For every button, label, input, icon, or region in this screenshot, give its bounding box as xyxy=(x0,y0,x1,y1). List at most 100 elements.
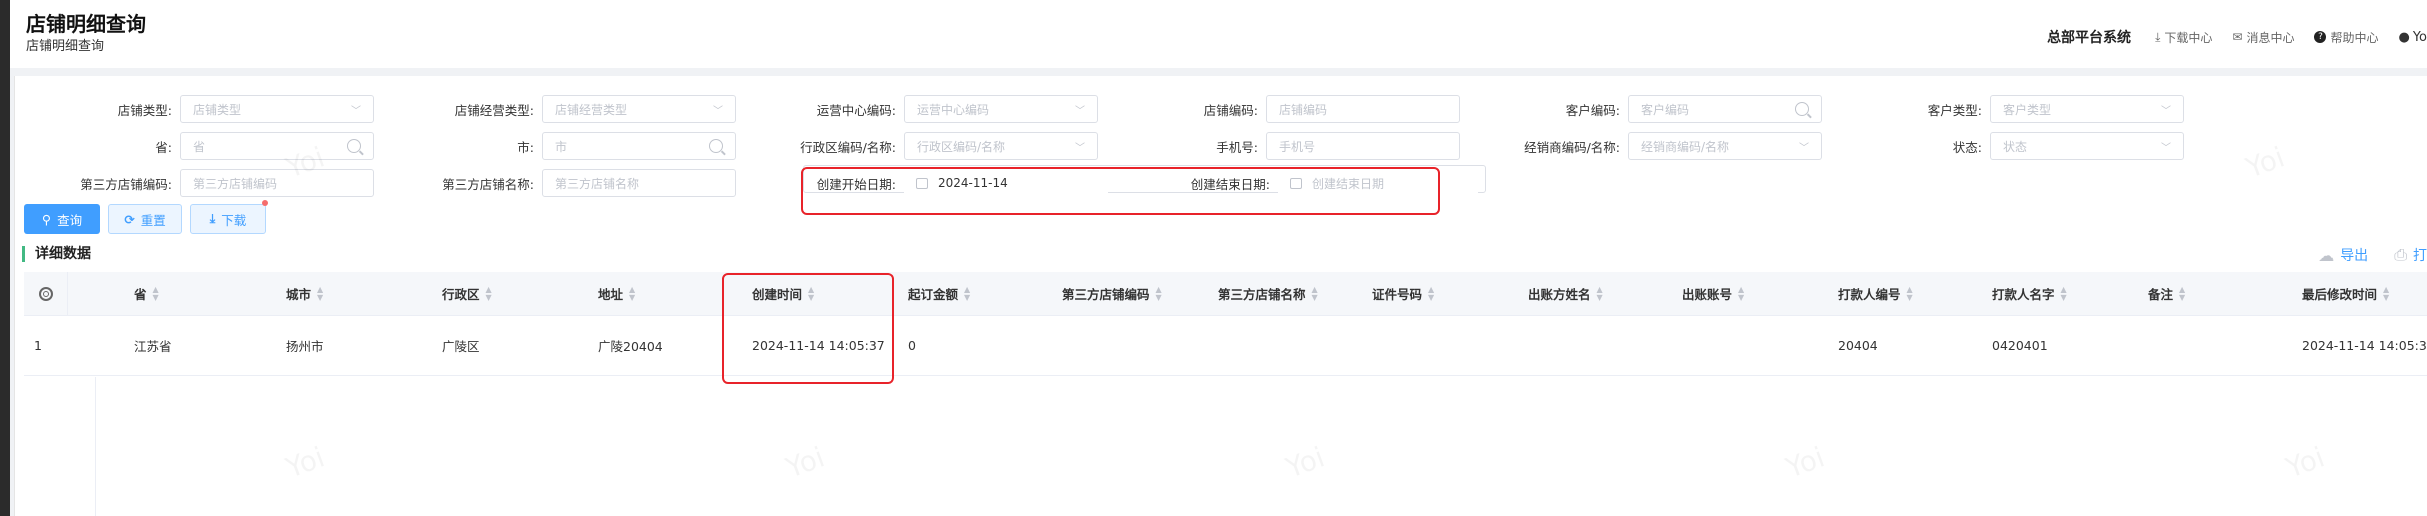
ops-center-code-select[interactable]: 运营中心编码 ﹀ xyxy=(904,95,1098,123)
sort-icon[interactable]: ▲ ▼ xyxy=(964,285,970,302)
query-button[interactable]: ⚲ 查询 xyxy=(24,204,100,234)
print-label: 打 xyxy=(2413,248,2427,264)
sort-icon[interactable]: ▲ ▼ xyxy=(486,285,492,302)
customer-type-select[interactable]: 客户类型 ﹀ xyxy=(1990,95,2184,123)
customer-code-placeholder: 客户编码 xyxy=(1641,102,1690,117)
dealer-placeholder: 经销商编码/名称 xyxy=(1641,139,1730,154)
col-header-third-shop-code[interactable]: 第三方店铺编码 ▲ ▼ xyxy=(1062,272,1162,315)
filter-shop-code: 店铺编码: 店铺编码 xyxy=(1146,95,1460,123)
col-header-label: 打款人编号 xyxy=(1838,287,1901,302)
cell-remitter-name: 0420401 xyxy=(1992,338,2048,353)
third-shop-code-label: 第三方店铺编码: xyxy=(80,176,172,192)
message-center-link[interactable]: ✉ 消息中心 xyxy=(2232,29,2294,46)
message-center-label: 消息中心 xyxy=(2246,30,2295,45)
download-center-label: 下载中心 xyxy=(2164,30,2213,45)
sort-icon[interactable]: ▲ ▼ xyxy=(2383,285,2389,302)
city-input[interactable]: 市 xyxy=(542,132,736,160)
customer-code-input[interactable]: 客户编码 xyxy=(1628,95,1822,123)
filter-third-shop-code: 第三方店铺编码: 第三方店铺编码 xyxy=(60,169,374,197)
col-header-remitter-name[interactable]: 打款人名字 ▲ ▼ xyxy=(1992,272,2067,315)
sort-icon[interactable]: ▲ ▼ xyxy=(629,285,635,302)
filter-dealer: 经销商编码/名称: 经销商编码/名称 ﹀ xyxy=(1508,132,1822,160)
print-button[interactable]: ⎙ 打 xyxy=(2394,245,2427,265)
help-center-link[interactable]: ? 帮助中心 xyxy=(2314,29,2378,46)
shop-business-type-select[interactable]: 店铺经营类型 ﹀ xyxy=(542,95,736,123)
detail-table: 省 ▲ ▼ 城市 ▲ ▼ 行政区 ▲ ▼ 地址 ▲ ▼ 创建时间 ▲ ▼ 起订金额 ▲ ▼ 第三方店铺编… xyxy=(24,272,2427,376)
city-placeholder: 市 xyxy=(555,139,568,154)
download-center-link[interactable]: ⤓ 下载中心 xyxy=(2155,29,2212,46)
highlight-create-time xyxy=(722,273,894,384)
col-header-label: 省 xyxy=(134,287,147,302)
district-select[interactable]: 行政区编码/名称 ﹀ xyxy=(904,132,1098,160)
cell-min-order: 0 xyxy=(908,338,916,353)
download-button[interactable]: ⤓ 下载 xyxy=(190,204,266,234)
col-header-label: 起订金额 xyxy=(908,287,959,302)
sort-icon[interactable]: ▲ ▼ xyxy=(1907,285,1913,302)
user-menu[interactable]: ● Yo xyxy=(2398,30,2427,45)
sort-icon[interactable]: ▲ ▼ xyxy=(1156,285,1162,302)
status-placeholder: 状态 xyxy=(2003,139,2028,154)
third-shop-code-input[interactable]: 第三方店铺编码 xyxy=(180,169,374,197)
col-header-third-shop-name[interactable]: 第三方店铺名称 ▲ ▼ xyxy=(1218,272,1318,315)
sort-icon[interactable]: ▲ ▼ xyxy=(2179,285,2185,302)
filter-province: 省: 省 xyxy=(60,132,374,160)
shop-code-input[interactable]: 店铺编码 xyxy=(1266,95,1460,123)
search-icon[interactable] xyxy=(709,139,723,153)
col-header-payer-account[interactable]: 出账账号 ▲ ▼ xyxy=(1682,272,1744,315)
cell-remitter-no: 20404 xyxy=(1838,338,1878,353)
province-input[interactable]: 省 xyxy=(180,132,374,160)
col-header-remark[interactable]: 备注 ▲ ▼ xyxy=(2148,272,2185,315)
reset-button[interactable]: ⟳ 重置 xyxy=(108,204,182,234)
sort-icon[interactable]: ▲ ▼ xyxy=(2061,285,2067,302)
col-header-label: 第三方店铺名称 xyxy=(1218,287,1306,302)
highlight-date-range xyxy=(801,167,1440,215)
filter-phone: 手机号: 手机号 xyxy=(1146,132,1460,160)
filter-shop-type: 店铺类型: 店铺类型 ﹀ xyxy=(60,95,374,123)
search-icon[interactable] xyxy=(347,139,361,153)
section-title: 详细数据 xyxy=(22,246,91,262)
chevron-down-icon: ﹀ xyxy=(2161,142,2171,154)
chevron-down-icon: ﹀ xyxy=(713,105,723,117)
table-tools: ☁ 导出 ⎙ 打 xyxy=(2318,245,2427,265)
cell-city: 扬州市 xyxy=(286,339,324,354)
dealer-select[interactable]: 经销商编码/名称 ﹀ xyxy=(1628,132,1822,160)
col-header-payer-name[interactable]: 出账方姓名 ▲ ▼ xyxy=(1528,272,1603,315)
column-settings[interactable] xyxy=(24,272,68,315)
filter-customer-type: 客户类型: 客户类型 ﹀ xyxy=(1870,95,2184,123)
export-label: 导出 xyxy=(2340,248,2369,264)
col-header-label: 出账方姓名 xyxy=(1528,287,1591,302)
search-icon[interactable] xyxy=(1795,102,1809,116)
table-header: 省 ▲ ▼ 城市 ▲ ▼ 行政区 ▲ ▼ 地址 ▲ ▼ 创建时间 ▲ ▼ 起订金额 ▲ ▼ 第三方店铺编… xyxy=(24,272,2427,316)
status-select[interactable]: 状态 ﹀ xyxy=(1990,132,2184,160)
system-name: 总部平台系统 xyxy=(2047,30,2132,46)
filter-ops-center-code: 运营中心编码: 运营中心编码 ﹀ xyxy=(784,95,1098,123)
export-button[interactable]: ☁ 导出 xyxy=(2318,245,2368,265)
page-title: 店铺明细查询 xyxy=(26,12,146,36)
chevron-down-icon: ﹀ xyxy=(2161,105,2171,117)
phone-input[interactable]: 手机号 xyxy=(1266,132,1460,160)
col-header-district[interactable]: 行政区 ▲ ▼ xyxy=(442,272,492,315)
col-header-remitter-no[interactable]: 打款人编号 ▲ ▼ xyxy=(1838,272,1913,315)
shop-business-type-label: 店铺经营类型: xyxy=(454,102,534,118)
col-header-address[interactable]: 地址 ▲ ▼ xyxy=(598,272,635,315)
gear-icon[interactable] xyxy=(38,286,53,301)
sort-icon[interactable]: ▲ ▼ xyxy=(153,285,159,302)
col-header-last-modified[interactable]: 最后修改时间 ▲ ▼ xyxy=(2302,272,2389,315)
sort-icon[interactable]: ▲ ▼ xyxy=(317,285,323,302)
sort-icon[interactable]: ▲ ▼ xyxy=(1738,285,1744,302)
customer-type-label: 客户类型: xyxy=(1927,102,1982,118)
table-row[interactable]: 1 江苏省 扬州市 广陵区 广陵20404 2024-11-14 14:05:3… xyxy=(24,316,2427,376)
sort-icon[interactable]: ▲ ▼ xyxy=(1597,285,1603,302)
col-header-label: 第三方店铺编码 xyxy=(1062,287,1150,302)
shop-type-select[interactable]: 店铺类型 ﹀ xyxy=(180,95,374,123)
col-header-id-number[interactable]: 证件号码 ▲ ▼ xyxy=(1372,272,1434,315)
col-header-min-order[interactable]: 起订金额 ▲ ▼ xyxy=(908,272,970,315)
third-shop-name-input[interactable]: 第三方店铺名称 xyxy=(542,169,736,197)
sort-icon[interactable]: ▲ ▼ xyxy=(1428,285,1434,302)
sort-icon[interactable]: ▲ ▼ xyxy=(1312,285,1318,302)
col-header-label: 行政区 xyxy=(442,287,480,302)
header-actions: 总部平台系统 ⤓ 下载中心 ✉ 消息中心 ? 帮助中心 ● Yo xyxy=(2047,27,2427,47)
col-header-province[interactable]: 省 ▲ ▼ xyxy=(134,272,159,315)
col-header-city[interactable]: 城市 ▲ ▼ xyxy=(286,272,323,315)
third-shop-code-placeholder: 第三方店铺编码 xyxy=(193,176,278,191)
